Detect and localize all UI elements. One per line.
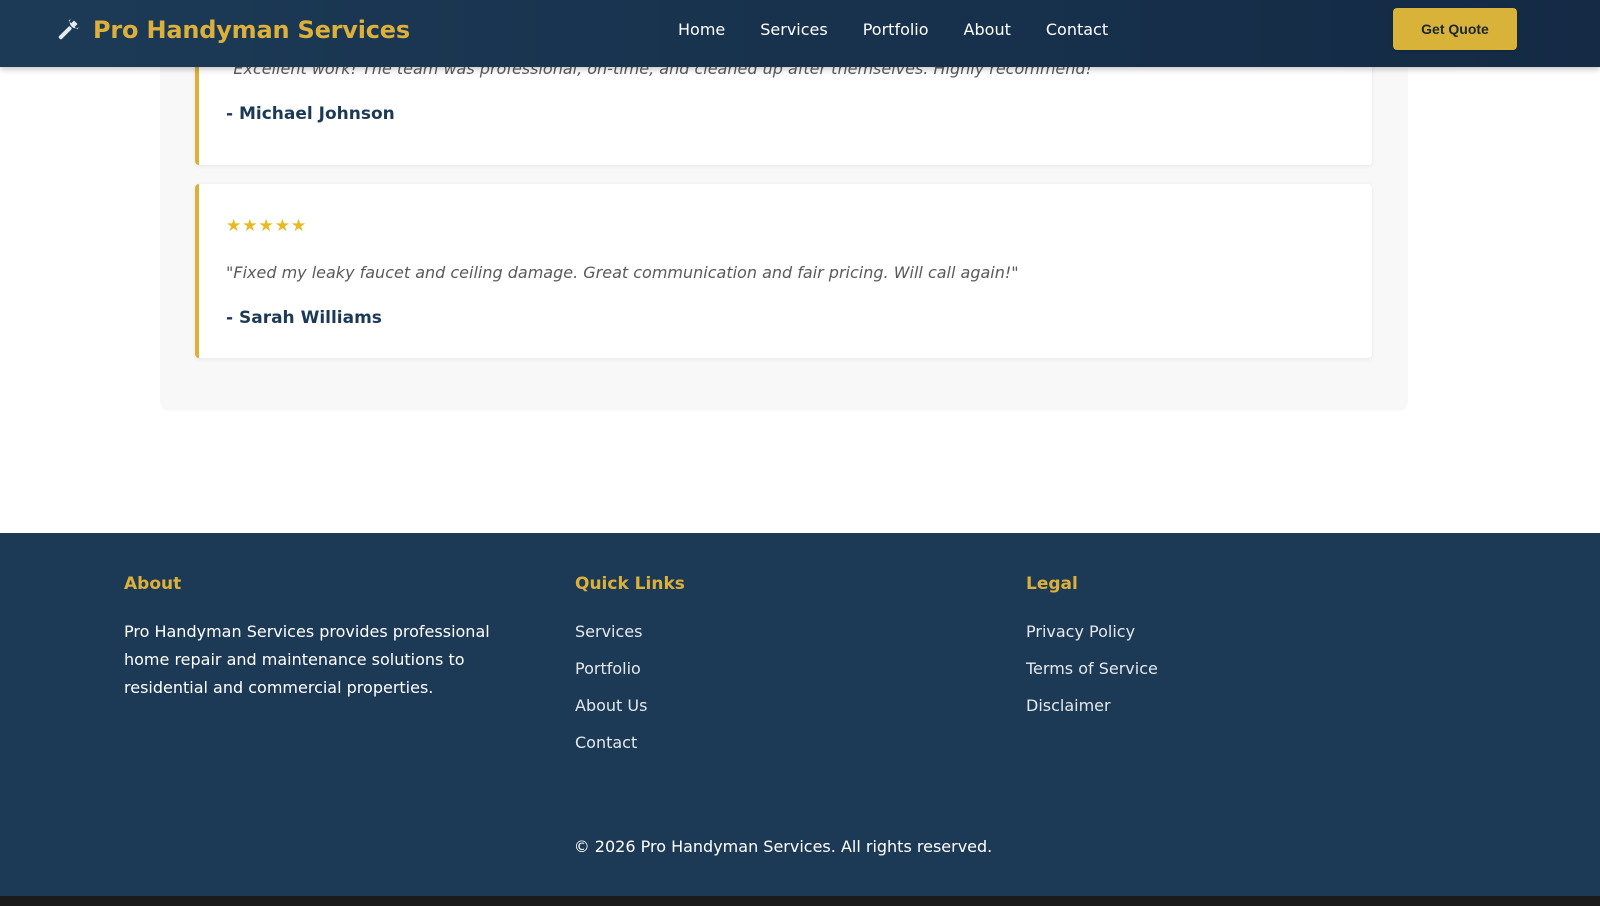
footer-heading-about: About (124, 574, 182, 594)
nav-home[interactable]: Home (678, 19, 725, 41)
testimonial-author: - Sarah Williams (226, 308, 382, 328)
footer-link-contact[interactable]: Contact (575, 733, 637, 752)
footer-link-about-us[interactable]: About Us (575, 696, 647, 715)
copyright-text: © 2026 Pro Handyman Services. All rights… (573, 837, 993, 856)
footer-link-disclaimer[interactable]: Disclaimer (1026, 696, 1111, 715)
footer-about-text: Pro Handyman Services provides professio… (124, 622, 490, 697)
bottom-strip (0, 896, 1600, 906)
wrench-icon (55, 17, 81, 43)
site-header: Pro Handyman Services Home Services Port… (0, 0, 1600, 67)
star-rating: ★★★★★ (226, 216, 308, 236)
testimonial-card: ★★★★★ "Fixed my leaky faucet and ceiling… (195, 184, 1372, 358)
list-item: Disclaimer (1026, 692, 1436, 729)
main-nav: Home Services Portfolio About Contact (678, 19, 1108, 41)
footer-link-terms-of-service[interactable]: Terms of Service (1026, 659, 1158, 678)
footer-about: About Pro Handyman Services provides pro… (124, 574, 534, 702)
nav-contact[interactable]: Contact (1046, 19, 1108, 41)
get-quote-button[interactable]: Get Quote (1393, 8, 1517, 50)
testimonial-author: - Michael Johnson (226, 104, 395, 124)
nav-services[interactable]: Services (760, 19, 827, 41)
brand-logo[interactable]: Pro Handyman Services (55, 14, 410, 46)
testimonial-text: "Fixed my leaky faucet and ceiling damag… (226, 263, 1019, 282)
list-item: Terms of Service (1026, 655, 1436, 692)
footer-link-portfolio[interactable]: Portfolio (575, 659, 641, 678)
list-item: Portfolio (575, 655, 985, 692)
nav-portfolio[interactable]: Portfolio (863, 19, 929, 41)
footer-quick-links: Quick Links Services Portfolio About Us … (575, 574, 985, 766)
site-footer: About Pro Handyman Services provides pro… (0, 533, 1600, 896)
list-item: Contact (575, 729, 985, 766)
list-item: Privacy Policy (1026, 618, 1436, 655)
list-item: Services (575, 618, 985, 655)
legal-links-list: Privacy Policy Terms of Service Disclaim… (1026, 618, 1436, 729)
nav-about[interactable]: About (964, 19, 1011, 41)
footer-heading-quick-links: Quick Links (575, 574, 685, 594)
footer-legal: Legal Privacy Policy Terms of Service Di… (1026, 574, 1436, 729)
footer-heading-legal: Legal (1026, 574, 1078, 594)
quick-links-list: Services Portfolio About Us Contact (575, 618, 985, 766)
brand-name: Pro Handyman Services (93, 16, 410, 44)
footer-link-privacy-policy[interactable]: Privacy Policy (1026, 622, 1135, 641)
footer-link-services[interactable]: Services (575, 622, 642, 641)
list-item: About Us (575, 692, 985, 729)
